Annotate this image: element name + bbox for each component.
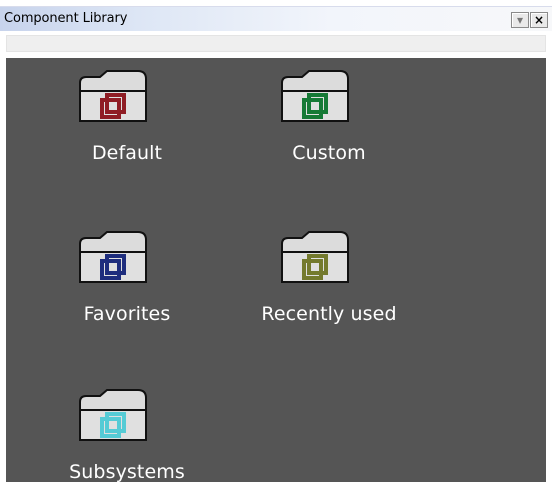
close-icon: ×	[533, 13, 545, 27]
dropdown-arrow-icon: ▾	[516, 13, 524, 27]
folder-icon	[281, 70, 349, 122]
close-button[interactable]: ×	[530, 12, 548, 28]
library-item-custom[interactable]: Custom	[224, 69, 402, 165]
library-item-label: Subsystems	[69, 461, 185, 482]
library-item-label: Recently used	[261, 303, 397, 325]
folder-icon	[79, 231, 147, 283]
library-item-label: Custom	[292, 142, 366, 164]
library-item-recently-used[interactable]: Recently used	[224, 230, 402, 326]
folder-icon	[79, 70, 147, 122]
library-item-subsystems[interactable]: Subsystems	[51, 388, 229, 482]
library-item-label: Favorites	[83, 303, 171, 325]
folder-icon	[79, 389, 147, 441]
search-bar	[0, 31, 552, 58]
library-item-label: Default	[91, 142, 163, 164]
minimize-button[interactable]: ▾	[511, 12, 529, 28]
folder-icon	[281, 231, 349, 283]
window-titlebar[interactable]: Component Library ▾ ×	[0, 6, 552, 31]
search-input[interactable]	[6, 35, 546, 52]
component-library-panel: Component Library ▾ × Default Custom Fav…	[0, 0, 552, 482]
library-grid[interactable]: Default Custom Favorites Recently used S…	[6, 58, 546, 482]
library-item-default[interactable]: Default	[51, 69, 229, 165]
window-title: Component Library	[4, 11, 128, 26]
library-item-favorites[interactable]: Favorites	[51, 230, 229, 326]
